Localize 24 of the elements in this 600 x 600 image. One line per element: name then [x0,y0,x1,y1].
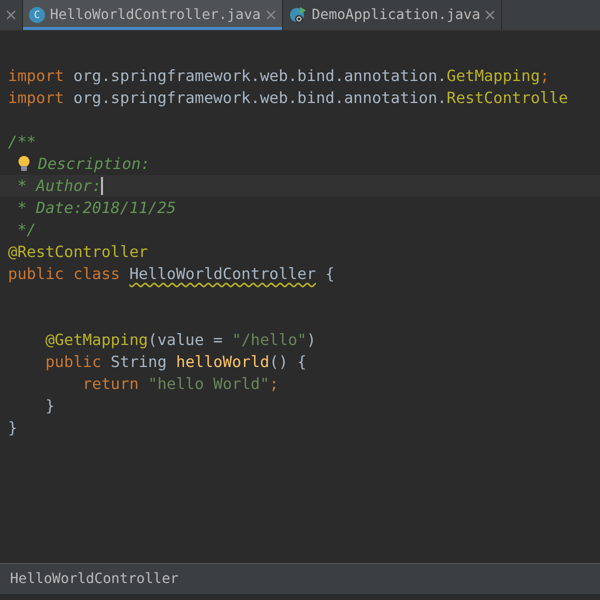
close-icon[interactable] [266,10,276,20]
code-line: @RestController [8,243,148,261]
run-config-icon [288,6,307,24]
code-line: } [8,419,18,437]
code-line: * Date:2018/11/25 [16,199,176,217]
code-line: import org.springframework.web.bind.annotation.RestControlle [8,89,568,107]
code-line: /** [8,133,36,151]
code-line: @GetMapping(value = "/hello") [44,331,316,349]
close-icon[interactable] [6,10,16,20]
code-line: public String helloWorld() { [44,353,307,371]
code-line: import org.springframework.web.bind.annotation.GetMapping; [8,67,550,85]
code-line: public class HelloWorldController { [8,265,335,283]
class-file-icon: C [29,7,45,23]
code-line: return "hello World"; [82,375,279,393]
editor-tab[interactable]: DemoApplication.java [282,0,502,30]
text-cursor [101,177,104,195]
code-line: } [44,397,55,415]
editor-tab[interactable]: C HelloWorldController.java [23,0,283,30]
breadcrumb-text: HelloWorldController [10,571,179,587]
lightbulb-icon[interactable] [17,155,31,173]
code-line: * Author: [16,177,102,195]
code-line: Description: [38,155,150,173]
code-line: */ [16,221,36,239]
close-icon[interactable] [485,10,496,20]
